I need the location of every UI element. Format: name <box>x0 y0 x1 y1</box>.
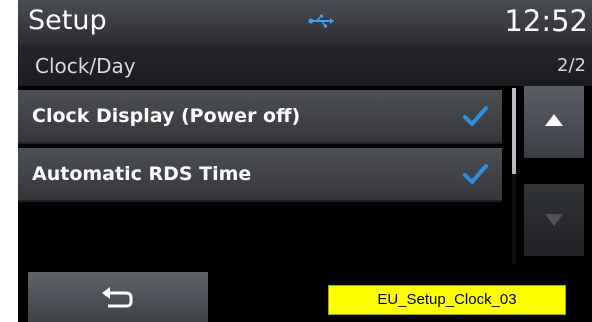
scrollbar-thumb[interactable] <box>512 88 516 174</box>
back-button[interactable] <box>28 272 208 322</box>
subheader: Clock/Day 2/2 <box>18 44 592 86</box>
scroll-up-button[interactable] <box>524 86 584 158</box>
usb-icon <box>308 14 334 28</box>
page-indicator: 2/2 <box>557 55 586 76</box>
option-label: Clock Display (Power off) <box>32 105 301 127</box>
status-bar: Setup 12:52 <box>18 0 592 44</box>
arrow-up-icon <box>545 114 563 126</box>
option-automatic-rds-time[interactable]: Automatic RDS Time <box>18 148 502 200</box>
annotation-text: EU_Setup_Clock_03 <box>377 291 517 308</box>
scroll-down-button[interactable] <box>524 184 584 256</box>
page-title: Setup <box>28 5 107 36</box>
option-clock-display[interactable]: Clock Display (Power off) <box>18 90 502 142</box>
section-title: Clock/Day <box>35 54 136 78</box>
annotation-label: EU_Setup_Clock_03 <box>328 285 566 315</box>
arrow-down-icon <box>545 214 563 226</box>
head-unit-screen: Setup 12:52 Clock/Day 2/2 Clock Display … <box>18 0 592 322</box>
back-arrow-icon <box>102 287 133 308</box>
clock-time: 12:52 <box>504 4 588 38</box>
checkmark-icon[interactable] <box>460 159 490 189</box>
checkmark-icon[interactable] <box>460 101 490 131</box>
option-label: Automatic RDS Time <box>32 163 252 185</box>
